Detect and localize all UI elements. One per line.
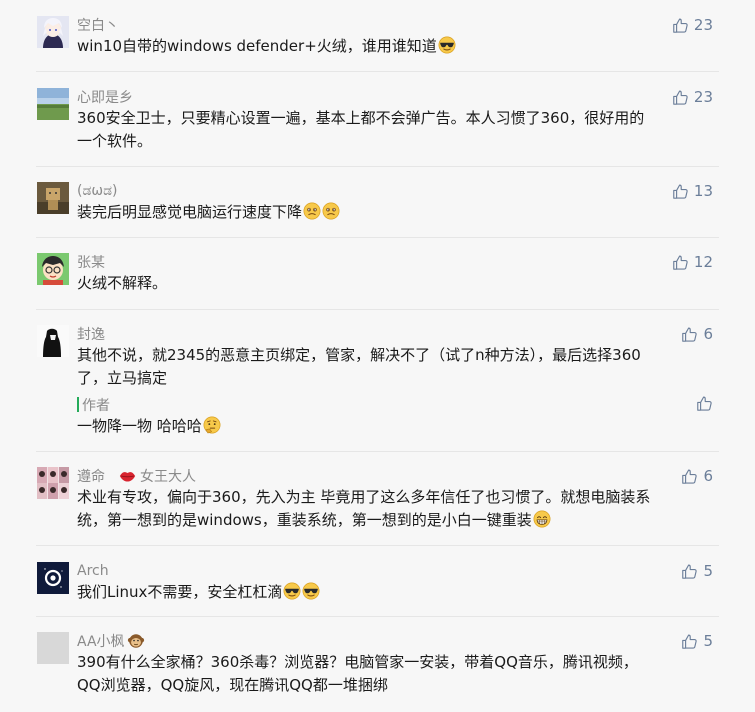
like-button[interactable]: 23 [672,16,713,34]
divider [36,237,719,238]
avatar[interactable] [37,182,69,214]
like-count: 6 [703,325,713,343]
like-count: 5 [703,632,713,650]
thumbs-up-icon [672,183,689,200]
sunglasses-emoji [438,36,456,54]
user-name[interactable]: 张某 [77,252,105,272]
like-count: 23 [693,88,713,106]
like-count: 6 [703,467,713,485]
divider [36,545,719,546]
thumbs-up-icon [681,326,698,343]
like-button[interactable]: 6 [681,467,713,485]
avatar[interactable] [37,325,69,357]
comment-list: 空白丶 23 win10自带的windows defender+火绒，谁用谁知道… [0,0,755,712]
wincing-emoji [303,202,321,220]
comment-text: 390有什么全家桶？360杀毒？浏览器？电脑管家一安装，带着QQ音乐，腾讯视频，… [77,653,638,694]
comment-text: 360安全卫士，只要精心设置一遍，基本上都不会弹广告。本人习惯了360，很好用的… [77,109,645,150]
avatar[interactable] [37,562,69,594]
avatar[interactable] [37,467,69,499]
user-badge: 女王大人 [119,466,196,486]
like-button[interactable]: 12 [672,253,713,271]
avatar[interactable] [37,88,69,120]
like-button[interactable]: 23 [672,88,713,106]
comment-text: win10自带的windows defender+火绒，谁用谁知道 [77,35,717,58]
like-button[interactable]: 5 [681,632,713,650]
avatar[interactable] [37,632,69,664]
thumbs-up-icon [681,563,698,580]
avatar[interactable] [37,16,69,48]
comment-text: 其他不说，就2345的恶意主页绑定，管家，解决不了（试了n种方法），最后选择36… [77,346,641,387]
user-name[interactable]: (ಡωಡ) [77,183,117,199]
thumbs-up-icon [672,254,689,271]
user-name[interactable]: 空白丶 [77,15,119,35]
like-button[interactable]: 5 [681,562,713,580]
like-count: 12 [693,253,713,271]
user-name[interactable]: Arch [77,563,109,579]
comment-text: 火绒不解释。 [77,274,168,292]
reply-like-button[interactable] [696,395,713,412]
lips-emoji [119,470,136,482]
thumbs-up-icon [696,395,713,412]
thumbs-up-icon [672,17,689,34]
like-count: 5 [703,562,713,580]
user-name[interactable]: 心即是乡 [77,87,133,107]
thumbs-up-icon [681,633,698,650]
comment-text: 术业有专攻，偏向于360，先入为主 毕竟用了这么多年信任了也习惯了。就想电脑装系… [77,488,651,529]
wincing-emoji [322,202,340,220]
divider [36,616,719,617]
like-count: 13 [693,182,713,200]
like-count: 23 [693,16,713,34]
user-name[interactable]: AA小枫 [77,631,125,651]
avatar[interactable] [37,253,69,285]
comment-text: 装完后明显感觉电脑运行速度下降 [77,201,717,224]
user-name[interactable]: 遵命 [77,466,105,486]
sunglasses-emoji [283,582,301,600]
sunglasses-emoji [302,582,320,600]
author-label: 作者 [82,398,110,414]
divider [36,166,719,167]
thinking-emoji [203,416,221,434]
monkey-emoji [127,632,145,650]
like-button[interactable]: 13 [672,182,713,200]
author-reply-text: 一物降一物 哈哈哈 [77,415,717,438]
user-name[interactable]: 封逸 [77,324,105,344]
divider [36,451,719,452]
divider [36,71,719,72]
author-reply-marker [77,397,79,412]
comment-text: 我们Linux不需要，安全杠杠滴 [77,581,717,604]
thumbs-up-icon [681,468,698,485]
divider [36,309,719,310]
thumbs-up-icon [672,89,689,106]
like-button[interactable]: 6 [681,325,713,343]
grinning-emoji [533,510,551,528]
